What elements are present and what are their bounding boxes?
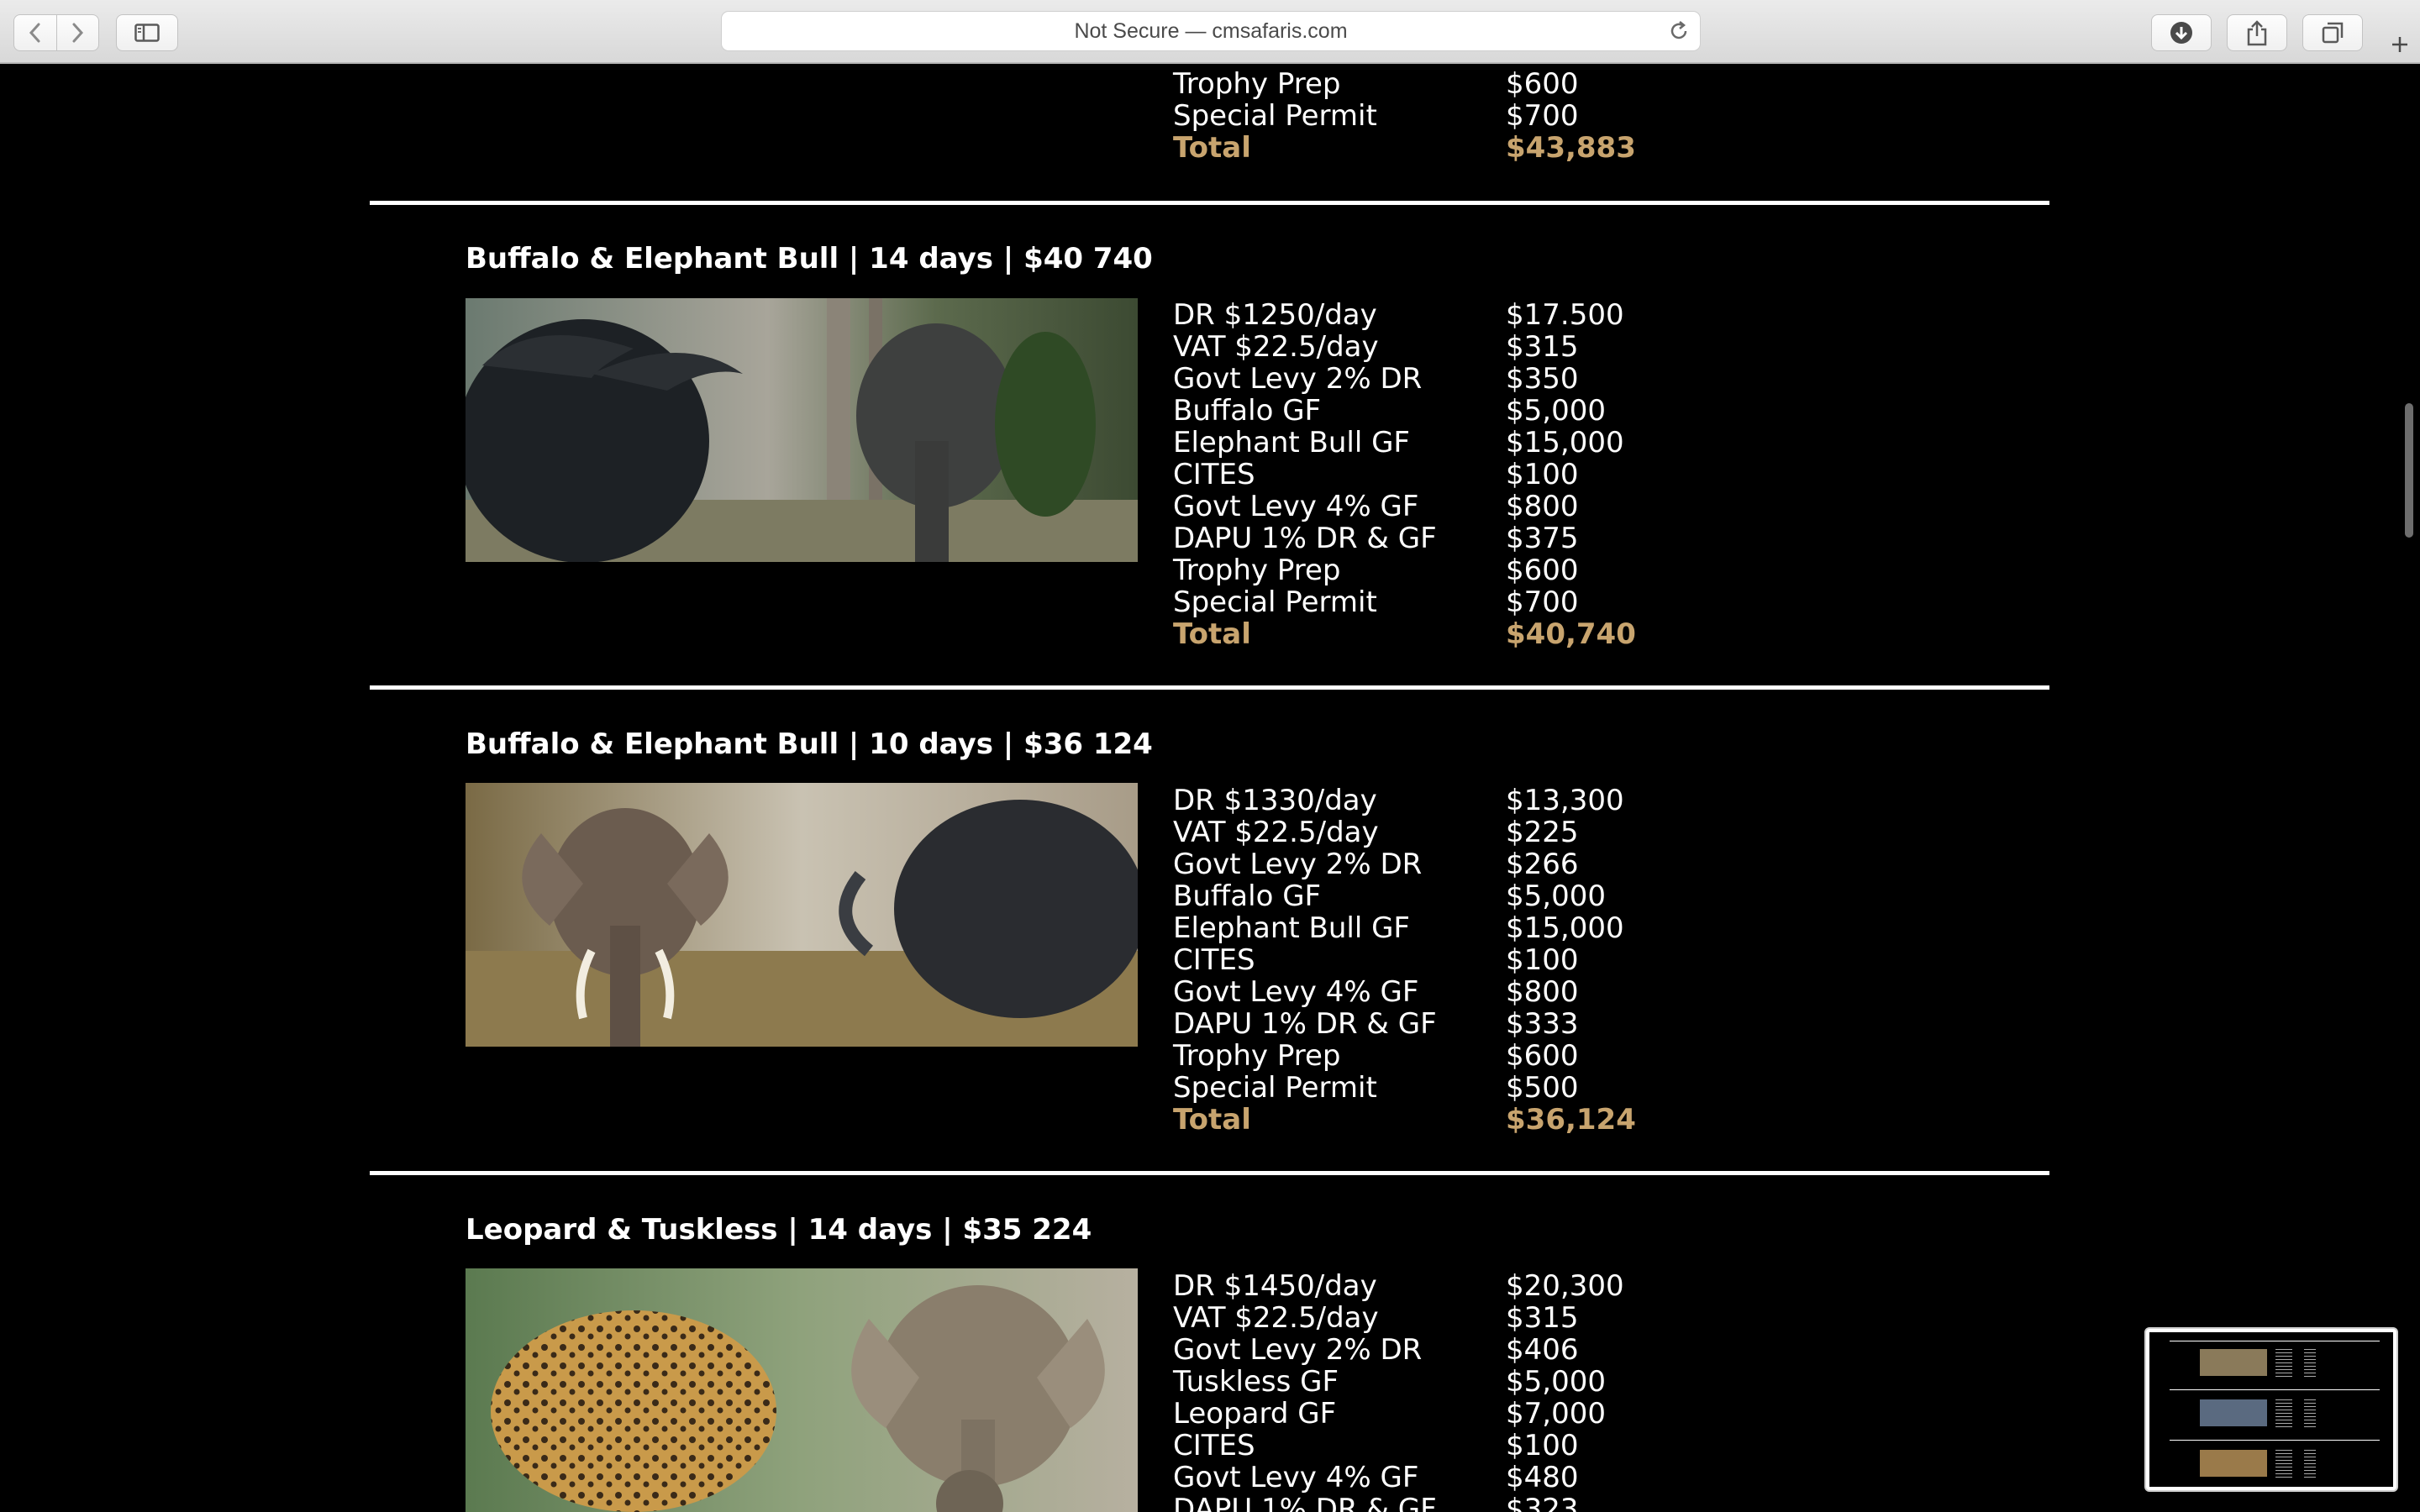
price-row: Tuskless GF $5,000 bbox=[1173, 1365, 1606, 1399]
price-row: Trophy Prep $600 bbox=[1173, 1039, 1579, 1073]
price-total: Total $40,740 bbox=[1173, 617, 1636, 651]
address-bar[interactable]: Not Secure — cmsafaris.com bbox=[721, 11, 1701, 51]
browser-toolbar: Not Secure — cmsafaris.com bbox=[0, 0, 2420, 64]
back-button[interactable] bbox=[14, 15, 56, 50]
share-icon bbox=[2247, 20, 2267, 46]
price-total: Total $43,883 bbox=[1173, 131, 1636, 165]
forward-button[interactable] bbox=[55, 15, 99, 50]
price-row: DR $1450/day $20,300 bbox=[1173, 1269, 1624, 1303]
price-row: DR $1330/day $13,300 bbox=[1173, 784, 1624, 817]
price-row: DAPU 1% DR & GF $323 bbox=[1173, 1493, 1579, 1512]
price-row: CITES $100 bbox=[1173, 943, 1579, 977]
price-row: VAT $22.5/day $315 bbox=[1173, 330, 1579, 364]
price-row: DR $1250/day $17.500 bbox=[1173, 298, 1624, 332]
price-row: Buffalo GF $5,000 bbox=[1173, 394, 1606, 428]
tabs-icon bbox=[2322, 22, 2344, 44]
chevron-right-icon bbox=[72, 23, 84, 43]
reload-icon[interactable] bbox=[1668, 20, 1690, 42]
price-row: Govt Levy 2% DR $350 bbox=[1173, 362, 1579, 396]
share-button[interactable] bbox=[2227, 14, 2287, 51]
chevron-left-icon bbox=[29, 23, 40, 43]
section-divider bbox=[370, 201, 2049, 205]
price-row: Govt Levy 4% GF $800 bbox=[1173, 975, 1579, 1009]
price-row: Special Permit $500 bbox=[1173, 1071, 1579, 1105]
tabs-button[interactable] bbox=[2302, 14, 2363, 51]
section-divider bbox=[370, 685, 2049, 690]
price-list-previous: Trophy Prep $600 Special Permit $700 Tot… bbox=[1173, 68, 1677, 164]
section-divider bbox=[370, 1171, 2049, 1175]
package-title: Buffalo & Elephant Bull | 14 days | $40 … bbox=[466, 242, 1153, 276]
package-title: Buffalo & Elephant Bull | 10 days | $36 … bbox=[466, 727, 1153, 761]
vertical-scrollbar[interactable] bbox=[2405, 403, 2413, 538]
nav-buttons bbox=[13, 14, 99, 51]
price-row: Special Permit $700 bbox=[1173, 99, 1579, 133]
price-row: CITES $100 bbox=[1173, 1429, 1579, 1462]
price-row: Leopard GF $7,000 bbox=[1173, 1397, 1606, 1431]
price-total: Total $36,124 bbox=[1173, 1103, 1636, 1137]
price-row: VAT $22.5/day $315 bbox=[1173, 1301, 1579, 1335]
download-icon bbox=[2170, 22, 2192, 44]
price-row: Elephant Bull GF $15,000 bbox=[1173, 911, 1624, 945]
price-row: DAPU 1% DR & GF $333 bbox=[1173, 1007, 1579, 1041]
price-list: DR $1450/day $20,300 VAT $22.5/day $315 Go… bbox=[1173, 1270, 1677, 1512]
price-row: Govt Levy 4% GF $800 bbox=[1173, 490, 1579, 523]
address-text: Not Secure — cmsafaris.com bbox=[1074, 18, 1348, 43]
downloads-button[interactable] bbox=[2151, 14, 2212, 51]
sidebar-icon bbox=[134, 24, 160, 42]
plus-icon bbox=[2392, 37, 2407, 52]
price-row: Govt Levy 4% GF $480 bbox=[1173, 1461, 1579, 1494]
price-row: Govt Levy 2% DR $266 bbox=[1173, 848, 1579, 881]
page-content: Trophy Prep $600 Special Permit $700 Tot… bbox=[0, 66, 2420, 1512]
price-list: DR $1330/day $13,300 VAT $22.5/day $225 Go… bbox=[1173, 785, 1677, 1136]
new-tab-button[interactable] bbox=[2380, 25, 2420, 64]
price-row: VAT $22.5/day $225 bbox=[1173, 816, 1579, 849]
buffalo-elephant-photo bbox=[466, 298, 1138, 562]
price-row: Buffalo GF $5,000 bbox=[1173, 879, 1606, 913]
sidebar-button[interactable] bbox=[116, 14, 178, 51]
package-title: Leopard & Tuskless | 14 days | $35 224 bbox=[466, 1213, 1092, 1247]
price-row: Govt Levy 2% DR $406 bbox=[1173, 1333, 1579, 1367]
price-row: Trophy Prep $600 bbox=[1173, 67, 1579, 101]
leopard-elephant-photo bbox=[466, 1268, 1138, 1512]
page-thumbnail[interactable] bbox=[2144, 1327, 2398, 1492]
price-list: DR $1250/day $17.500 VAT $22.5/day $315 Go… bbox=[1173, 299, 1677, 650]
price-row: DAPU 1% DR & GF $375 bbox=[1173, 522, 1579, 555]
price-row: Trophy Prep $600 bbox=[1173, 554, 1579, 587]
elephant-buffalo-photo bbox=[466, 783, 1138, 1047]
price-row: Elephant Bull GF $15,000 bbox=[1173, 426, 1624, 459]
price-row: Special Permit $700 bbox=[1173, 585, 1579, 619]
price-row: CITES $100 bbox=[1173, 458, 1579, 491]
